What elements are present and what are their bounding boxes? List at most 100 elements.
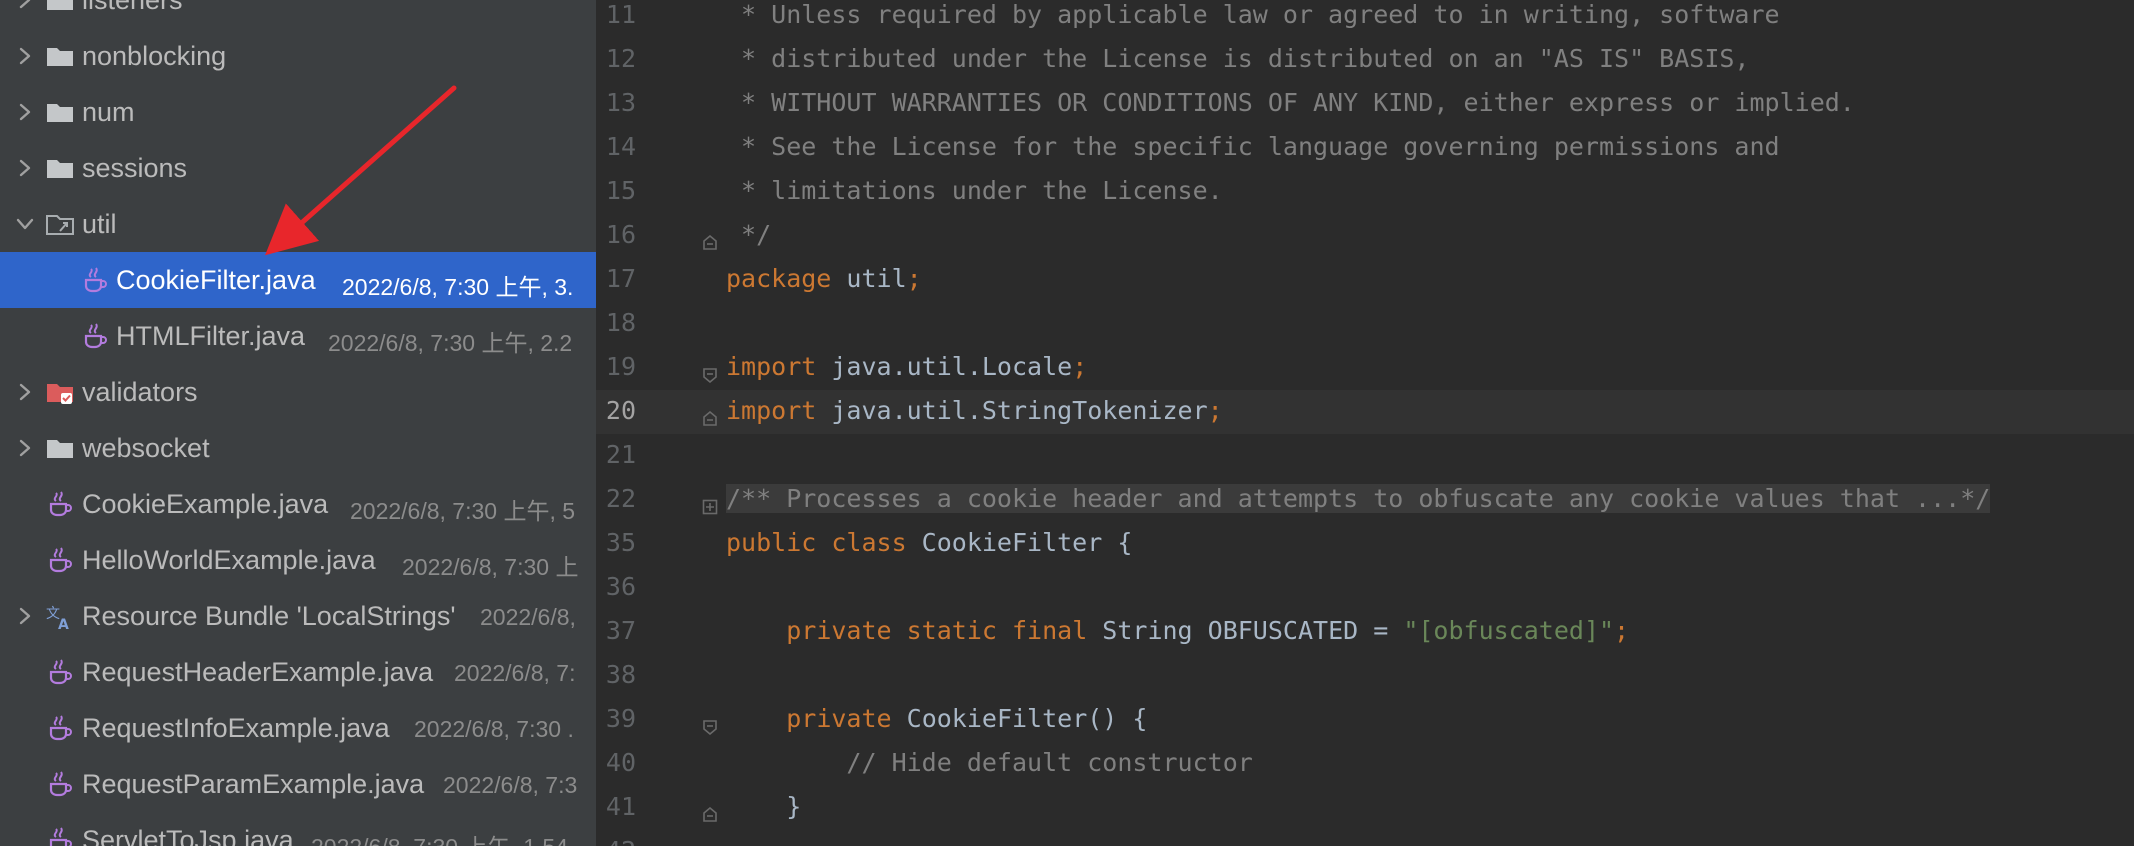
code-text: }: [726, 792, 801, 821]
folder-icon: [44, 432, 76, 464]
chevron-right-icon[interactable]: [11, 0, 39, 14]
tree-item[interactable]: HTMLFilter.java 2022/6/8, 7:30 上午, 2.2: [0, 308, 596, 364]
code-line[interactable]: 11 * Unless required by applicable law o…: [596, 0, 2134, 38]
tree-item[interactable]: RequestInfoExample.java 2022/6/8, 7:30 .: [0, 700, 596, 756]
tree-item[interactable]: util: [0, 196, 596, 252]
code-text: * distributed under the License is distr…: [726, 44, 1749, 73]
tree-item[interactable]: num: [0, 84, 596, 140]
code-text: package util;: [726, 264, 922, 293]
tree-item[interactable]: RequestHeaderExample.java 2022/6/8, 7:: [0, 644, 596, 700]
package-folder-icon: [44, 208, 76, 240]
code-line[interactable]: 15 * limitations under the License.: [596, 170, 2134, 214]
tree-item-label: Resource Bundle 'LocalStrings': [82, 601, 456, 631]
code-token: * limitations under the License.: [726, 176, 1223, 205]
tree-item-label: RequestHeaderExample.java: [82, 657, 434, 687]
folder-icon: [44, 152, 76, 184]
code-line[interactable]: 18: [596, 302, 2134, 346]
code-token: java.util.StringTokenizer: [831, 396, 1208, 425]
java-file-icon: [79, 320, 111, 352]
fold-end-icon[interactable]: [702, 228, 718, 250]
code-line[interactable]: 38: [596, 654, 2134, 698]
tree-item[interactable]: nonblocking: [0, 28, 596, 84]
code-text: * Unless required by applicable law or a…: [726, 0, 1780, 29]
code-token: // Hide default constructor: [726, 748, 1253, 777]
java-file-icon: [79, 264, 111, 296]
chevron-down-icon[interactable]: [11, 210, 39, 238]
line-number: 20: [605, 396, 636, 425]
chevron-right-icon[interactable]: [11, 98, 39, 126]
code-text: public class CookieFilter {: [726, 528, 1132, 557]
fold-start-icon[interactable]: [702, 712, 718, 736]
code-text: import java.util.StringTokenizer;: [726, 396, 1223, 425]
code-line[interactable]: 13 * WITHOUT WARRANTIES OR CONDITIONS OF…: [596, 82, 2134, 126]
code-token: public class: [726, 528, 922, 557]
tree-item[interactable]: websocket: [0, 420, 596, 476]
tree-item[interactable]: listeners: [0, 0, 596, 28]
code-line[interactable]: 16 */: [596, 214, 2134, 258]
svg-text:A: A: [58, 617, 69, 631]
tree-item[interactable]: CookieFilter.java 2022/6/8, 7:30 上午, 3.: [0, 252, 596, 308]
code-token: ;: [906, 264, 922, 293]
tree-item-label: ServletToJsp.java: [82, 825, 294, 846]
chevron-right-icon[interactable]: [11, 378, 39, 406]
chevron-right-icon[interactable]: [11, 602, 39, 630]
tree-item[interactable]: ServletToJsp.java 2022/6/8, 7:30 上午, 1.54: [0, 812, 596, 846]
code-token: CookieFilter() {: [906, 704, 1148, 733]
line-number: 22: [605, 484, 636, 513]
tree-item[interactable]: validators: [0, 364, 596, 420]
code-line[interactable]: 19 import java.util.Locale;: [596, 346, 2134, 390]
code-token: }: [726, 792, 802, 821]
code-text: /** Processes a cookie header and attemp…: [726, 484, 1991, 513]
code-line[interactable]: 37 private static final String OBFUSCATE…: [596, 610, 2134, 654]
chevron-right-icon[interactable]: [11, 154, 39, 182]
code-line[interactable]: 35 public class CookieFilter {: [596, 522, 2134, 566]
code-text: // Hide default constructor: [726, 748, 1253, 777]
code-line[interactable]: 22 /** Processes a cookie header and atte…: [596, 478, 2134, 522]
tree-item-label: HelloWorldExample.java: [82, 545, 376, 575]
code-line[interactable]: 21: [596, 434, 2134, 478]
code-text: private static final String OBFUSCATED =…: [726, 616, 1629, 645]
line-number: 16: [605, 220, 636, 249]
tree-item[interactable]: RequestParamExample.java 2022/6/8, 7:3: [0, 756, 596, 812]
line-number: 36: [605, 572, 636, 601]
chevron-right-icon[interactable]: [11, 434, 39, 462]
code-line[interactable]: 39 private CookieFilter() {: [596, 698, 2134, 742]
tree-item[interactable]: 文 A Resource Bundle 'LocalStrings' 2022/6/8…: [0, 588, 596, 644]
code-token: * Unless required by applicable law or a…: [726, 0, 1780, 29]
code-line[interactable]: 14 * See the License for the specific la…: [596, 126, 2134, 170]
code-line[interactable]: 42: [596, 830, 2134, 846]
code-line[interactable]: 20 import java.util.StringTokenizer;: [596, 390, 2134, 434]
code-line[interactable]: 40 // Hide default constructor: [596, 742, 2134, 786]
code-token: "[obfuscated]": [1403, 616, 1615, 645]
tree-item-label: websocket: [82, 433, 210, 463]
line-number: 38: [605, 660, 636, 689]
tree-item[interactable]: CookieExample.java 2022/6/8, 7:30 上午, 5: [0, 476, 596, 532]
line-number: 12: [605, 44, 636, 73]
java-file-icon: [44, 544, 76, 576]
code-line[interactable]: 41 }: [596, 786, 2134, 830]
code-token: import: [726, 352, 832, 381]
code-token: ;: [1072, 352, 1088, 381]
code-line[interactable]: 36: [596, 566, 2134, 610]
fold-start-icon[interactable]: [702, 360, 718, 384]
tree-item-label: listeners: [82, 0, 183, 15]
code-line[interactable]: 12 * distributed under the License is di…: [596, 38, 2134, 82]
line-number: 15: [605, 176, 636, 205]
resource-bundle-icon: 文A: [44, 600, 76, 632]
fold-end-icon[interactable]: [702, 404, 718, 426]
tree-item[interactable]: HelloWorldExample.java 2022/6/8, 7:30 上: [0, 532, 596, 588]
tree-item[interactable]: sessions: [0, 140, 596, 196]
tree-item-meta: 2022/6/8, 7:30 上: [402, 554, 579, 580]
chevron-right-icon[interactable]: [11, 42, 39, 70]
tree-item-label: CookieExample.java: [82, 489, 329, 519]
code-line[interactable]: 17 package util;: [596, 258, 2134, 302]
tree-item-label: num: [82, 97, 135, 127]
tree-item-meta: 2022/6/8,: [480, 604, 576, 630]
code-editor[interactable]: 11 * Unless required by applicable law o…: [596, 0, 2134, 846]
folder-icon: [44, 96, 76, 128]
code-text: * See the License for the specific langu…: [726, 132, 1780, 161]
fold-end-icon[interactable]: [702, 800, 718, 822]
code-token: * See the License for the specific langu…: [726, 132, 1780, 161]
fold-collapsed-icon[interactable]: [702, 492, 718, 515]
code-token: package: [726, 264, 847, 293]
